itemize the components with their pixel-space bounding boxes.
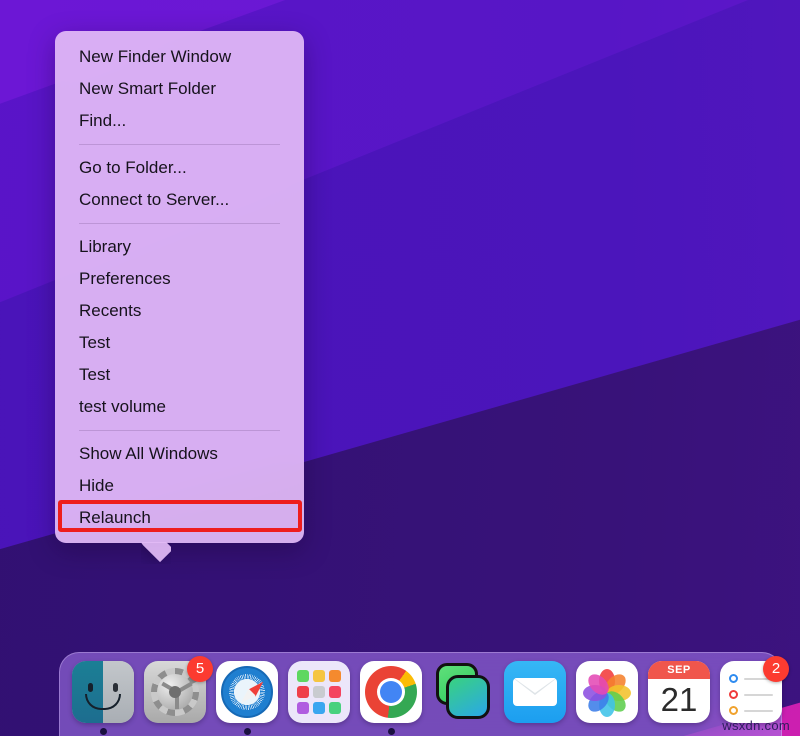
screen-sharing-icon[interactable]	[432, 661, 494, 723]
screen-sharing-front-window	[446, 675, 490, 719]
system-preferences-icon[interactable]: 5	[144, 661, 206, 723]
reminders-line-2	[744, 694, 773, 696]
dock-item-finder[interactable]	[72, 661, 134, 736]
dock-item-calendar[interactable]: SEP 21	[648, 661, 710, 736]
mail-envelope-flap	[514, 678, 556, 693]
safari-icon[interactable]	[216, 661, 278, 723]
calendar-month-label: SEP	[648, 661, 710, 679]
launchpad-tile-6	[329, 686, 341, 698]
finder-icon-eye-left	[88, 683, 93, 692]
dock-item-safari[interactable]	[216, 661, 278, 736]
menu-separator-1	[79, 144, 280, 145]
menu-item-connect-to-server[interactable]: Connect to Server...	[55, 184, 304, 216]
safari-running-indicator	[244, 728, 251, 735]
menu-item-find[interactable]: Find...	[55, 105, 304, 137]
dock-item-system-preferences[interactable]: 5	[144, 661, 206, 736]
menu-item-hide[interactable]: Hide	[55, 470, 304, 502]
mail-icon[interactable]	[504, 661, 566, 723]
launchpad-tile-3	[329, 670, 341, 682]
menu-item-test-volume[interactable]: test volume	[55, 391, 304, 423]
dock: 5	[59, 652, 782, 736]
system-preferences-badge: 5	[187, 656, 213, 682]
reminders-row-2	[729, 690, 773, 699]
dock-item-chrome[interactable]	[360, 661, 422, 736]
menu-item-show-all-windows[interactable]: Show All Windows	[55, 438, 304, 470]
menu-item-new-finder-window[interactable]: New Finder Window	[55, 41, 304, 73]
menu-item-test-2[interactable]: Test	[55, 359, 304, 391]
finder-icon[interactable]	[72, 661, 134, 723]
dock-item-screen-sharing[interactable]	[432, 661, 494, 736]
launchpad-tile-7	[297, 702, 309, 714]
menu-item-preferences[interactable]: Preferences	[55, 263, 304, 295]
launchpad-tile-8	[313, 702, 325, 714]
menu-item-test-1[interactable]: Test	[55, 327, 304, 359]
menu-item-go-to-folder[interactable]: Go to Folder...	[55, 152, 304, 184]
dock-item-mail[interactable]	[504, 661, 566, 736]
chrome-icon[interactable]	[360, 661, 422, 723]
reminders-icon[interactable]: 2	[720, 661, 782, 723]
finder-icon-right-half	[103, 661, 134, 723]
finder-running-indicator	[100, 728, 107, 735]
menu-item-relaunch[interactable]: Relaunch	[55, 502, 304, 534]
menu-item-library[interactable]: Library	[55, 231, 304, 263]
dock-item-launchpad[interactable]	[288, 661, 350, 736]
finder-icon-left-half	[72, 661, 103, 723]
launchpad-tile-4	[297, 686, 309, 698]
dock-item-photos[interactable]	[576, 661, 638, 736]
launchpad-tile-2	[313, 670, 325, 682]
chrome-running-indicator	[388, 728, 395, 735]
menu-item-new-smart-folder[interactable]: New Smart Folder	[55, 73, 304, 105]
reminders-bullet-orange	[729, 706, 738, 715]
calendar-day-number: 21	[648, 678, 710, 723]
menu-item-relaunch-row[interactable]: Relaunch	[55, 502, 304, 534]
menu-separator-2	[79, 223, 280, 224]
menu-separator-3	[79, 430, 280, 431]
reminders-bullet-red	[729, 690, 738, 699]
launchpad-icon[interactable]	[288, 661, 350, 723]
launchpad-tile-1	[297, 670, 309, 682]
chrome-icon-core	[380, 681, 402, 703]
launchpad-tile-9	[329, 702, 341, 714]
reminders-row-3	[729, 706, 773, 715]
finder-dock-context-menu: New Finder Window New Smart Folder Find.…	[55, 31, 304, 543]
calendar-icon[interactable]: SEP 21	[648, 661, 710, 723]
context-menu-pointer-arrow	[141, 542, 171, 564]
gear-hub	[169, 686, 181, 698]
mail-envelope	[513, 678, 557, 706]
watermark: wsxdn.com	[722, 718, 790, 733]
launchpad-tile-5	[313, 686, 325, 698]
photos-icon[interactable]	[576, 661, 638, 723]
reminders-line-3	[744, 710, 773, 712]
menu-item-recents[interactable]: Recents	[55, 295, 304, 327]
finder-icon-eye-right	[113, 683, 118, 692]
reminders-badge: 2	[763, 656, 789, 682]
reminders-bullet-blue	[729, 674, 738, 683]
